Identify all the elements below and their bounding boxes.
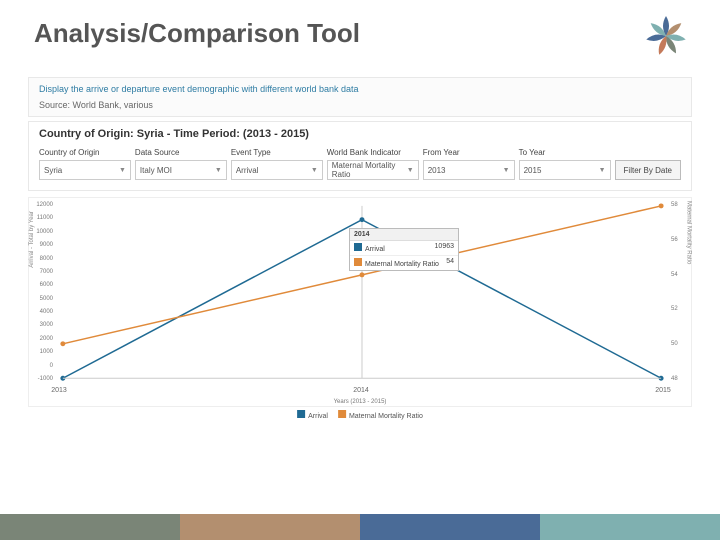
- square-icon: [297, 410, 305, 418]
- y-axis-right-title: Maternal Mortality Ratio: [685, 201, 691, 264]
- logo-icon: [636, 6, 696, 66]
- chart-legend: Arrival Maternal Mortality Ratio: [297, 410, 423, 420]
- source-text: Source: World Bank, various: [39, 100, 681, 110]
- event-label: Event Type: [231, 148, 323, 157]
- footer-stripe: [0, 514, 720, 540]
- filter-panel: Country of Origin: Syria - Time Period: …: [28, 121, 692, 191]
- indicator-select[interactable]: Maternal Mortality Ratio▼: [327, 160, 419, 180]
- country-label: Country of Origin: [39, 148, 131, 157]
- chevron-down-icon: ▼: [503, 167, 510, 174]
- y-axis-left-title: Arrival - Total by Year: [29, 211, 35, 268]
- chart-area: -100001000200030004000500060007000800090…: [28, 197, 692, 407]
- from-year-select[interactable]: 2013▼: [423, 160, 515, 180]
- from-label: From Year: [423, 148, 515, 157]
- chevron-down-icon: ▼: [215, 167, 222, 174]
- square-icon: [354, 243, 362, 251]
- legend-item: Arrival: [297, 410, 328, 420]
- event-select[interactable]: Arrival▼: [231, 160, 323, 180]
- to-year-select[interactable]: 2015▼: [519, 160, 611, 180]
- chart-subtitle: Country of Origin: Syria - Time Period: …: [39, 128, 681, 140]
- legend-item: Maternal Mortality Ratio: [338, 410, 423, 420]
- chart-tooltip: 2014 Arrival10963 Maternal Mortality Rat…: [349, 228, 459, 271]
- datasource-label: Data Source: [135, 148, 227, 157]
- chevron-down-icon: ▼: [311, 167, 318, 174]
- tooltip-year: 2014: [350, 229, 458, 241]
- chevron-down-icon: ▼: [407, 167, 414, 174]
- chevron-down-icon: ▼: [119, 167, 126, 174]
- indicator-label: World Bank Indicator: [327, 148, 419, 157]
- square-icon: [338, 410, 346, 418]
- filter-button[interactable]: Filter By Date: [615, 160, 681, 180]
- country-select[interactable]: Syria▼: [39, 160, 131, 180]
- datasource-select[interactable]: Italy MOI▼: [135, 160, 227, 180]
- chevron-down-icon: ▼: [599, 167, 606, 174]
- x-axis-title: Years (2013 - 2015): [334, 399, 387, 405]
- square-icon: [354, 258, 362, 266]
- description-text: Display the arrive or departure event de…: [39, 84, 681, 94]
- description-panel: Display the arrive or departure event de…: [28, 77, 692, 117]
- page-title: Analysis/Comparison Tool: [0, 0, 720, 49]
- to-label: To Year: [519, 148, 611, 157]
